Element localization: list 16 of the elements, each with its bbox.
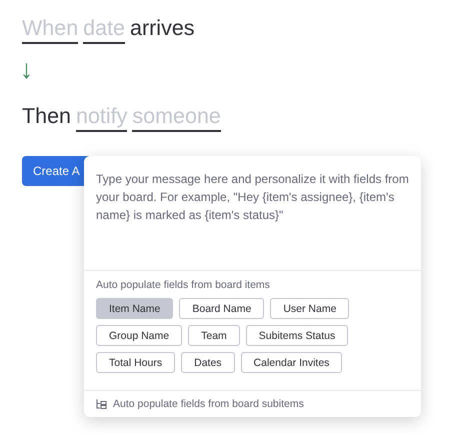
message-field[interactable]: Type your message here and personalize it with fields from your board. For example, "Hey {item's assignee}, {item's name} is marked as {item's status}" — [84, 156, 421, 272]
subitems-link[interactable]: Auto populate fields from board subitems — [113, 398, 304, 410]
section-label: Auto populate fields from board items — [96, 279, 271, 292]
field-chip[interactable]: Team — [188, 325, 240, 346]
field-chip[interactable]: Calendar Invites — [240, 352, 342, 374]
down-arrow-icon: ↓ — [20, 56, 40, 82]
field-chip[interactable]: User Name — [270, 298, 350, 320]
field-chip[interactable]: Total Hours — [96, 352, 176, 374]
sentence-text: arrives — [130, 15, 195, 42]
subitems-icon — [96, 399, 107, 409]
sentence-text: Then — [22, 103, 72, 130]
field-chip[interactable]: Subitems Status — [246, 325, 348, 346]
field-chip[interactable]: Group Name — [96, 325, 182, 346]
field-chip[interactable]: Dates — [181, 352, 235, 374]
field-chip[interactable]: Item Name — [96, 298, 174, 320]
field-chip[interactable]: Board Name — [179, 298, 264, 320]
